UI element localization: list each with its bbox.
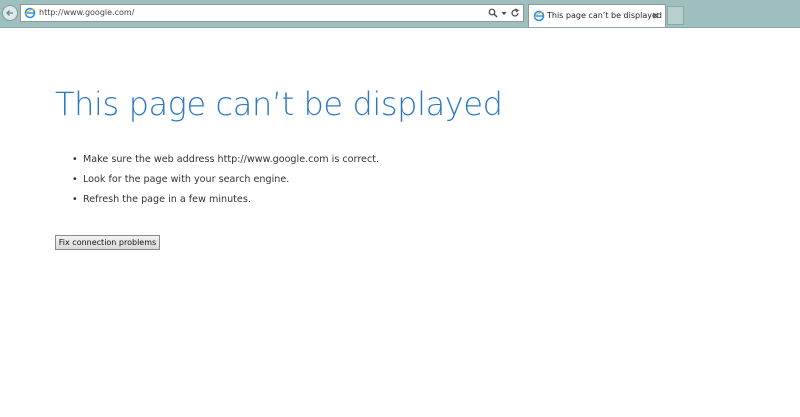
close-icon bbox=[652, 12, 658, 18]
fix-connection-problems-button[interactable]: Fix connection problems bbox=[55, 235, 160, 250]
tab-close-button[interactable] bbox=[649, 9, 661, 21]
refresh-icon[interactable] bbox=[510, 8, 520, 18]
address-bar-tools bbox=[488, 6, 520, 20]
url-text[interactable]: http://www.google.com/ bbox=[39, 7, 134, 19]
search-icon[interactable] bbox=[488, 8, 498, 18]
page-title: This page can’t be displayed bbox=[55, 85, 503, 123]
address-bar[interactable]: http://www.google.com/ bbox=[20, 4, 524, 22]
back-arrow-icon bbox=[6, 10, 13, 16]
ie-page-icon bbox=[533, 10, 545, 22]
tab-title: This page can’t be displayed bbox=[547, 11, 662, 20]
ie-page-icon bbox=[24, 7, 36, 19]
browser-toolbar: http://www.google.com/ This page can’t b… bbox=[0, 0, 800, 28]
back-button[interactable] bbox=[2, 5, 18, 21]
list-item: Refresh the page in a few minutes. bbox=[72, 190, 379, 210]
chevron-down-icon[interactable] bbox=[501, 8, 507, 18]
list-item: Make sure the web address http://www.goo… bbox=[72, 150, 379, 170]
suggestion-list: Make sure the web address http://www.goo… bbox=[72, 150, 379, 210]
tab-active[interactable]: This page can’t be displayed bbox=[528, 4, 666, 27]
new-tab-button[interactable] bbox=[667, 6, 684, 25]
list-item: Look for the page with your search engin… bbox=[72, 170, 379, 190]
